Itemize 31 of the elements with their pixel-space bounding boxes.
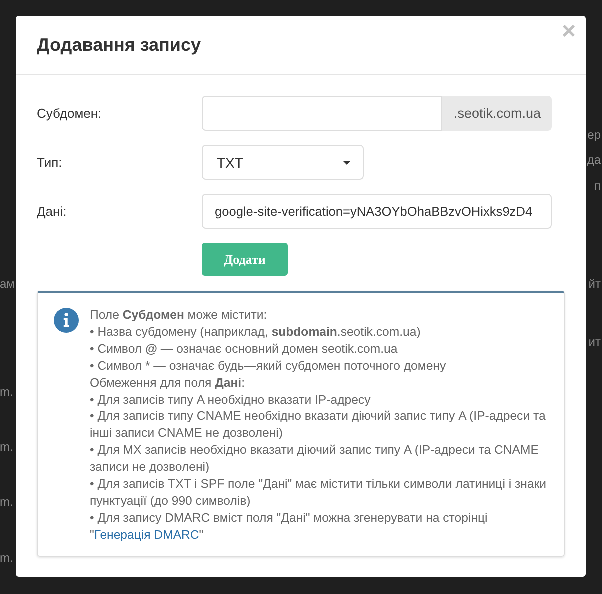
info-text: • Для записів типу CNAME необхідно вказати діючий запис типу A (IP-адреси та інші записи CNAME не дозволені)	[90, 408, 547, 442]
info-text: • Для записів типу A необхідно вказати IP-адресу	[90, 392, 372, 408]
background-text: ам	[0, 277, 15, 291]
info-text: Поле Субдомен може містити:	[90, 307, 268, 324]
field-label: Субдомен:	[37, 106, 103, 121]
caret-icon	[343, 160, 351, 164]
info-text: • Символ * — означає будь—який субдомен поточного домену	[90, 358, 448, 375]
info-text: • Символ @ — означає основний домен seotik.com.ua	[90, 340, 399, 358]
domain-suffix: .seotik.com.ua	[442, 96, 552, 131]
info-text: • Для MX записів необхідно вказати діючий запис типу A (IP-адреси та CNAME записи не дозволені)	[90, 442, 540, 476]
background-text: п	[594, 179, 601, 193]
background-text: m.	[0, 495, 14, 509]
info-text: • Для записів TXT і SPF поле "Дані" має містити тільки символи латиниці і знаки пунктуації (до 990 символів)	[90, 476, 548, 510]
background-text: ер	[588, 128, 601, 142]
dialog-title: Додавання запису	[37, 34, 202, 56]
info-text: • Назва субдомену (наприклад, subdomain.seotik.com.ua)	[90, 324, 422, 341]
background-text: ит	[588, 335, 601, 349]
background-text: m.	[0, 385, 14, 399]
background-text: да	[587, 153, 601, 167]
type-dropdown[interactable]: TXT	[202, 145, 364, 180]
subdomain-field[interactable]	[202, 96, 442, 131]
background-text: m.	[0, 440, 14, 454]
data-field[interactable]: google-site-verification=yNA3OYbOhaBBzvOHixks9zD4	[202, 194, 552, 229]
info-text: • Для запису DMARC вміст поля "Дані" можна згенерувати на сторінці "Генерація DMARC"	[90, 510, 489, 544]
background-text: йт	[588, 277, 601, 291]
background-text: m.	[0, 551, 14, 565]
dmarc-link[interactable]: Генерація DMARC	[94, 528, 200, 542]
field-label: Дані:	[37, 204, 68, 219]
field-label: Тип:	[37, 155, 64, 170]
info-icon	[54, 308, 79, 333]
info-text: Обмеження для поля Дані:	[90, 374, 246, 392]
